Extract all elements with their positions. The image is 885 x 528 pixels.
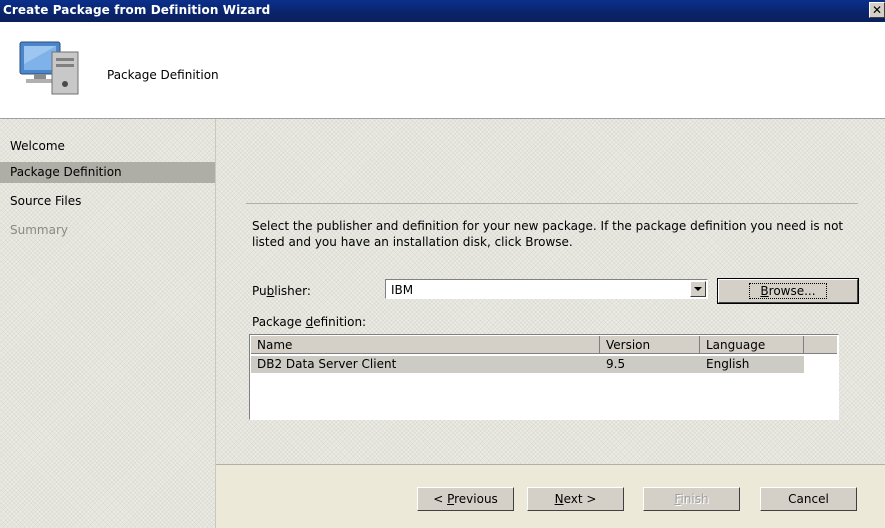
window-title: Create Package from Definition Wizard [3,3,271,17]
computer-icon [19,41,79,95]
title-bar: Create Package from Definition Wizard ✕ [0,0,885,22]
previous-button[interactable]: < Previous [417,487,514,511]
publisher-value: IBM [391,283,414,297]
package-definition-label: Package definition: [252,315,367,329]
wizard-sidebar: Welcome Package Definition Source Files … [0,119,216,528]
separator [246,203,858,204]
close-button[interactable]: ✕ [869,2,885,18]
column-header-version[interactable]: Version [600,336,700,354]
browse-label: Browse... [749,283,827,299]
row-name: DB2 Data Server Client [257,357,397,371]
table-row[interactable]: DB2 Data Server Client 9.5 English [251,356,804,373]
cancel-button[interactable]: Cancel [760,487,857,511]
instructions-text: Select the publisher and definition for … [252,219,844,249]
publisher-label: Publisher: [252,284,311,298]
browse-button[interactable]: Browse... [717,278,859,304]
column-header-filler [804,336,837,354]
package-definition-list[interactable]: Name Version Language DB2 Data Server Cl… [249,334,839,420]
next-button[interactable]: Next > [527,487,624,511]
column-header-language[interactable]: Language [700,336,804,354]
publisher-dropdown[interactable]: IBM [385,279,708,299]
sidebar-item-welcome[interactable]: Welcome [0,136,215,157]
row-language: English [706,357,750,371]
wizard-header: Package Definition [0,22,885,119]
row-version: 9.5 [606,357,626,371]
page-title: Package Definition [107,68,219,82]
chevron-down-icon[interactable] [690,281,706,297]
sidebar-item-source-files[interactable]: Source Files [0,191,215,212]
sidebar-item-package-definition[interactable]: Package Definition [0,162,215,183]
sidebar-item-summary: Summary [10,223,68,237]
column-header-name[interactable]: Name [251,336,600,354]
finish-button: Finish [643,487,740,511]
separator [216,464,885,465]
